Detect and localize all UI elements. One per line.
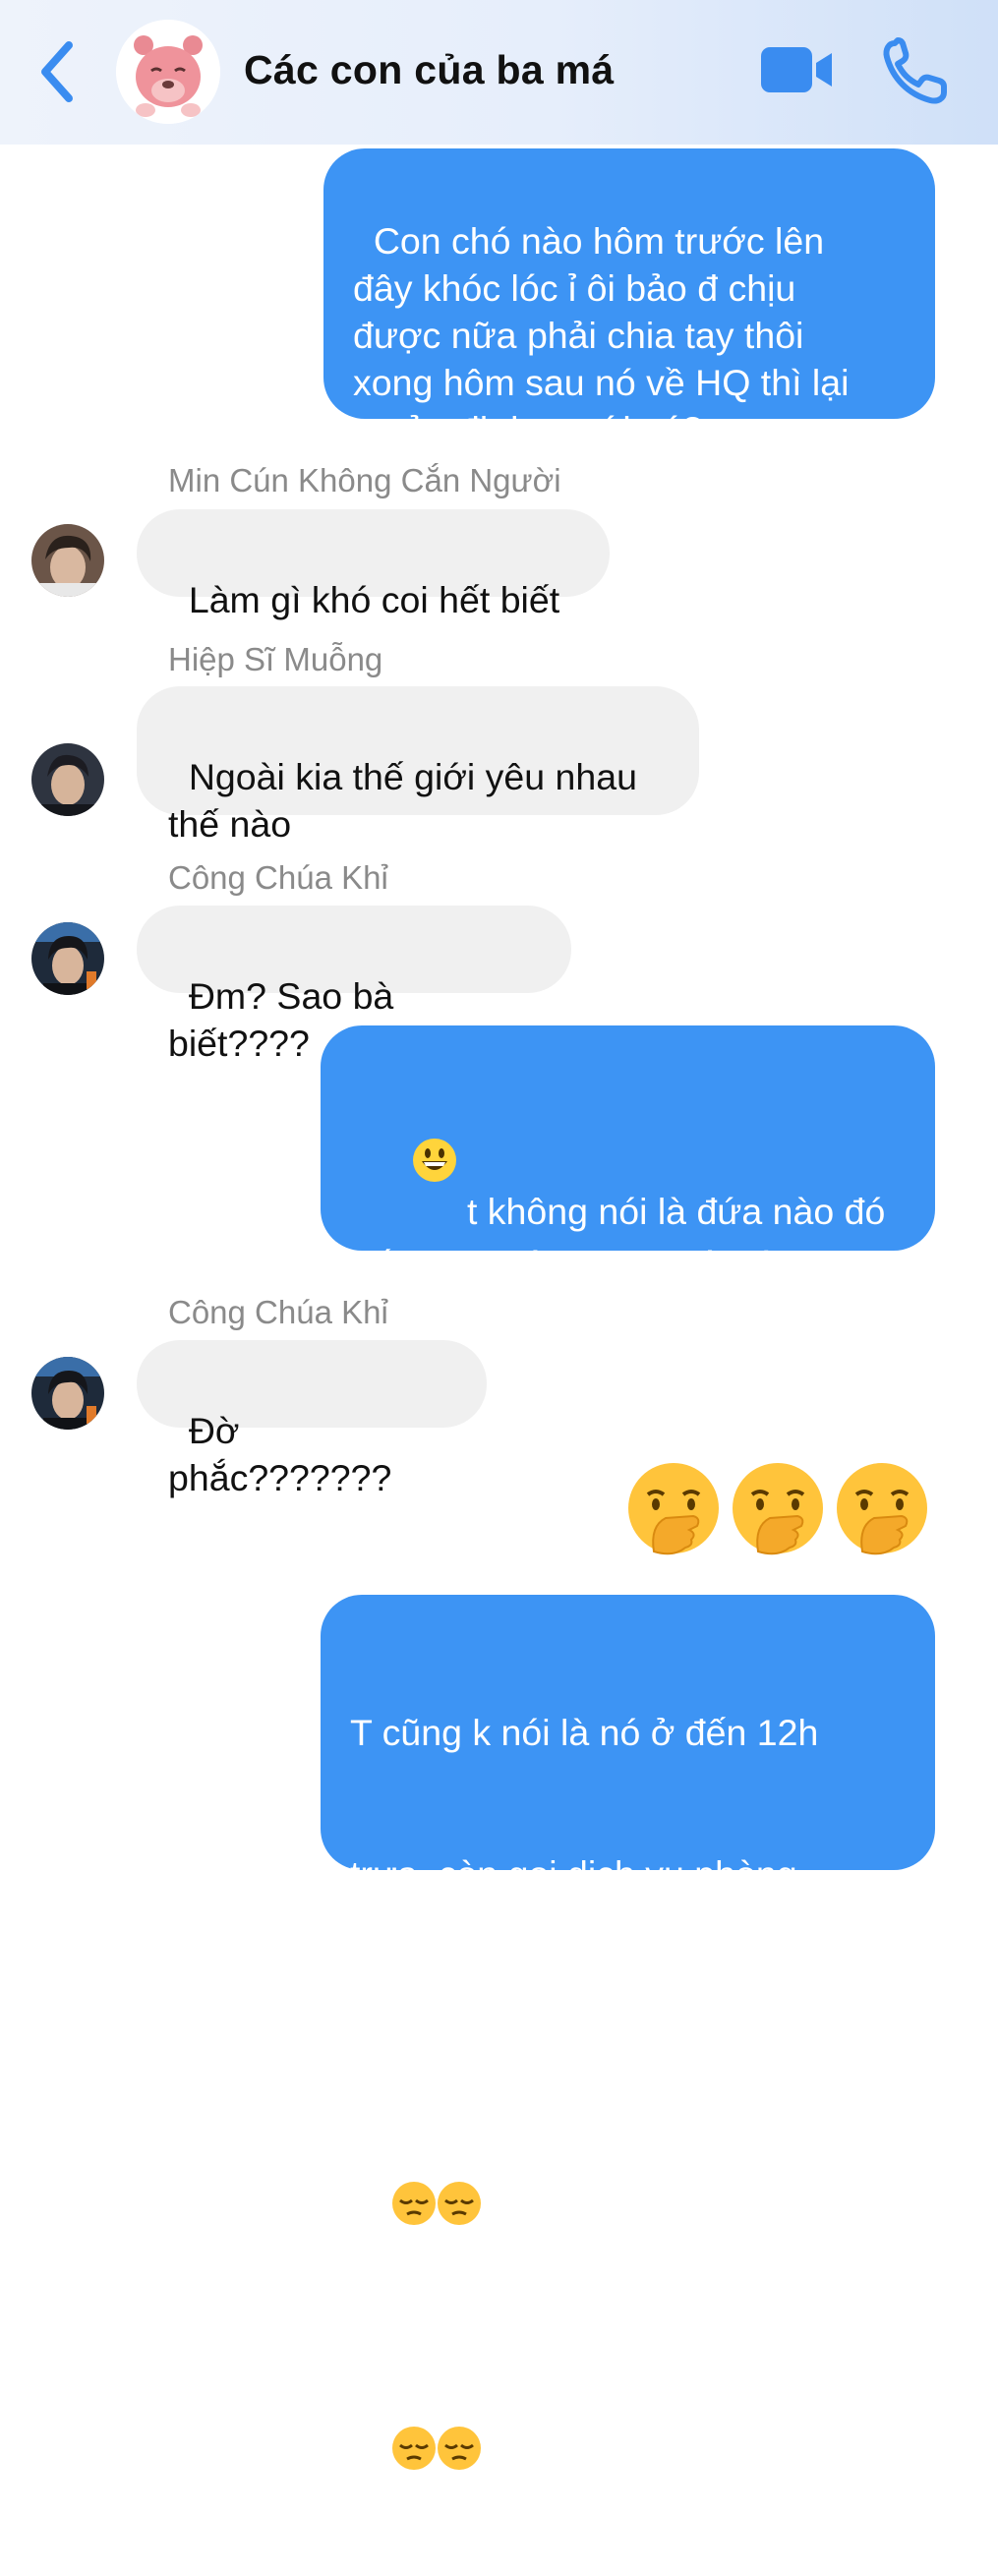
incoming-message-bubble[interactable]: Làm gì khó coi hết biết: [137, 509, 610, 620]
phone-icon: [883, 37, 947, 104]
pensive-face-icon: [437, 2181, 482, 2237]
sender-name: Hiệp Sĩ Muỗng: [168, 641, 383, 677]
message-line: bẹo hình bẹo dạng đâu: [350, 2137, 730, 2178]
incoming-message-bubble[interactable]: Đm? Sao bà biết????: [137, 906, 571, 1064]
video-camera-icon: [761, 47, 832, 92]
incoming-message-bubble[interactable]: Ngoài kia thế giới yêu nhau thế nào: [137, 686, 699, 845]
face-with-hand-over-mouth-icon[interactable]: [624, 1461, 723, 1559]
chevron-left-icon: [41, 41, 73, 102]
pensive-face-icon: [391, 2181, 437, 2237]
pensive-face-icon: [437, 2426, 482, 2482]
sender-avatar[interactable]: [31, 922, 104, 995]
sender-name: Min Cún Không Cắn Người: [168, 462, 561, 498]
message-line: trưa, còn gọi dịch vụ phòng,: [350, 1853, 807, 1895]
voice-call-button[interactable]: [881, 37, 950, 106]
message-text: Con chó nào hôm trước lên đây khóc lóc ỉ…: [353, 220, 850, 450]
conversation-title[interactable]: Các con của ba má: [244, 47, 615, 93]
outgoing-message-bubble[interactable]: T cũng k nói là nó ở đến 12h trưa, còn g…: [321, 1595, 935, 2470]
sender-avatar[interactable]: [31, 1357, 104, 1430]
sender-avatar[interactable]: [31, 743, 104, 816]
face-with-hand-over-mouth-icon[interactable]: [729, 1461, 827, 1559]
video-call-button[interactable]: [759, 41, 834, 98]
message-text: Làm gì khó coi hết biết: [188, 579, 560, 620]
pensive-face-icon: [391, 2426, 437, 2482]
message-line: lúc ra còn đi xiêu xiêu vẹo vẹo: [350, 1995, 845, 2036]
sender-avatar[interactable]: [31, 524, 104, 597]
sender-name: Công Chúa Khỉ: [168, 1294, 388, 1330]
sender-name: Công Chúa Khỉ: [168, 859, 388, 896]
outgoing-message-bubble[interactable]: Con chó nào hôm trước lên đây khóc lóc ỉ…: [323, 148, 935, 450]
message-text: Đờ phắc???????: [168, 1410, 392, 1498]
face-with-hand-over-mouth-icon[interactable]: [833, 1461, 931, 1559]
grinning-face-icon: [371, 1090, 457, 1241]
chat-header: Các con của ba má: [0, 0, 998, 145]
message-line: T cũng k nói là nó ở đến 12h: [350, 1712, 819, 1753]
back-button[interactable]: [35, 37, 85, 106]
outgoing-message-bubble[interactable]: t không nói là đứa nào đó đến tận khách …: [321, 1025, 935, 1379]
group-avatar[interactable]: [116, 20, 220, 124]
message-text: Ngoài kia thế giới yêu nhau thế nào: [168, 756, 637, 845]
incoming-message-bubble[interactable]: Đờ phắc???????: [137, 1340, 487, 1498]
